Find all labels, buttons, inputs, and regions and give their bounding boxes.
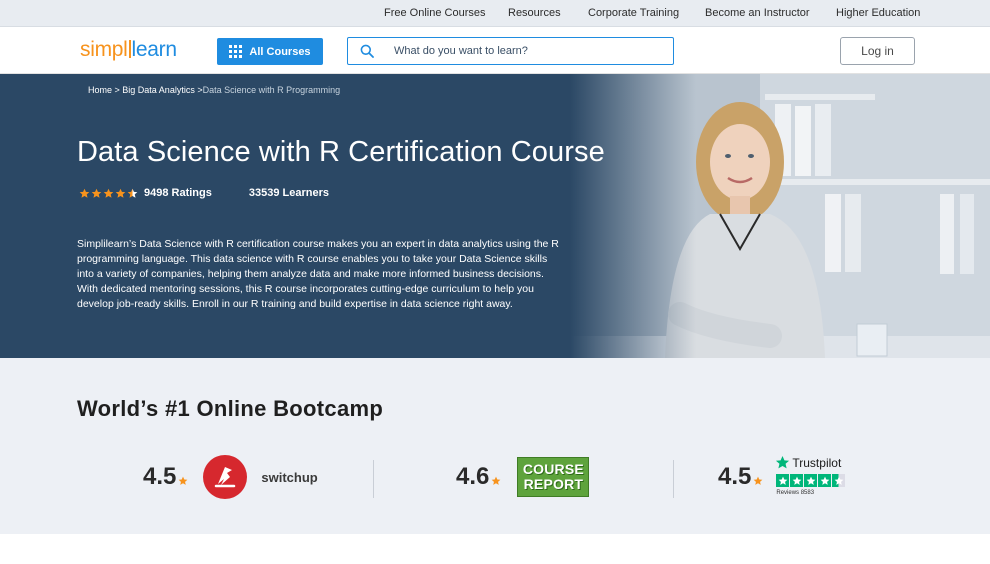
breadcrumb: Home > Big Data Analytics >Data Science …: [88, 85, 340, 95]
star-full-icon: [115, 188, 126, 198]
trustpilot-star-box: [776, 474, 790, 487]
course-report-logo: COURSE REPORT: [517, 457, 590, 497]
course-report-logo-line1: COURSE: [522, 461, 584, 477]
star-icon: [754, 476, 763, 485]
top-utility-bar: Free Online Courses Resources Corporate …: [0, 0, 990, 27]
breadcrumb-current: Data Science with R Programming: [202, 85, 341, 95]
ratings-count: 9498 Ratings: [144, 187, 212, 199]
logo-divider: [128, 40, 131, 58]
section-divider: [373, 460, 374, 498]
star-full-icon: [91, 188, 102, 198]
bootcamp-ratings-section: World’s #1 Online Bootcamp 4.5 switchup …: [0, 358, 990, 534]
course-report-logo-line2: REPORT: [523, 476, 584, 492]
breadcrumb-separator: >: [112, 85, 123, 95]
all-courses-label: All Courses: [249, 45, 311, 58]
bootcamp-heading-bold: Online Bootcamp: [196, 396, 384, 421]
trustpilot-reviews: Reviews 8583: [776, 490, 815, 496]
star-full-icon: [79, 188, 90, 198]
rating-score: 4.5: [718, 463, 752, 490]
logo-text-simpl: simpl: [80, 38, 128, 61]
breadcrumb-separator: >: [194, 85, 203, 95]
trustpilot-star-icon: [776, 455, 790, 469]
hero-banner: Home > Big Data Analytics >Data Science …: [0, 74, 990, 358]
star-icon: [492, 476, 501, 485]
course-report-rating: 4.6 COURSE REPORT: [456, 454, 590, 500]
bootcamp-heading-normal: World’s #1: [77, 396, 197, 421]
trustpilot-stars: [776, 474, 846, 487]
trustpilot-brand: Trustpilot: [775, 455, 841, 470]
section-divider: [673, 460, 674, 498]
trustpilot-name: Trustpilot: [792, 455, 842, 470]
nav-become-an-instructor[interactable]: Become an Instructor: [705, 7, 810, 19]
grid-icon: [229, 45, 243, 58]
switchup-rating: 4.5 switchup: [143, 454, 318, 500]
page-title: Data Science with R Certification Course: [77, 136, 605, 168]
login-button[interactable]: Log in: [840, 37, 915, 65]
hero-instructor-photo: [570, 74, 990, 358]
switchup-logo-icon: [203, 455, 248, 499]
site-header: simpllearn All Courses Log in: [0, 27, 990, 74]
simplilearn-logo[interactable]: simpl learn: [80, 39, 177, 61]
nav-resources[interactable]: Resources: [508, 7, 561, 19]
course-description: Simplilearn’s Data Science with R certif…: [77, 238, 559, 310]
star-icon: [179, 476, 188, 485]
nav-corporate-training[interactable]: Corporate Training: [588, 7, 679, 19]
trustpilot-rating: 4.5 Trustpilot Reviews 8583: [718, 454, 855, 500]
switchup-name: switchup: [261, 469, 318, 485]
rating-score: 4.5: [143, 463, 177, 490]
breadcrumb-big-data-analytics[interactable]: Big Data Analytics: [122, 85, 195, 95]
nav-free-online-courses[interactable]: Free Online Courses: [384, 7, 486, 19]
rating-score: 4.6: [456, 463, 490, 490]
search-box: [347, 37, 674, 65]
all-courses-button[interactable]: All Courses: [217, 38, 323, 65]
trustpilot-star-box: [804, 474, 818, 487]
star-full-icon: [103, 188, 114, 198]
trustpilot-star-box-half: [832, 474, 846, 487]
logo-text-learn: learn: [131, 38, 178, 61]
rating-stars: [79, 188, 138, 199]
learners-count: 33539 Learners: [248, 187, 329, 199]
course-rating-row: 9498 Ratings 33539 Learners: [79, 186, 329, 200]
search-input[interactable]: [394, 43, 654, 59]
trustpilot-star-box: [818, 474, 832, 487]
nav-higher-education[interactable]: Higher Education: [836, 7, 920, 19]
trustpilot-logo: Trustpilot Reviews 8583: [775, 455, 855, 499]
bootcamp-heading: World’s #1 Online Bootcamp: [77, 396, 383, 422]
search-icon[interactable]: [360, 44, 374, 58]
breadcrumb-home[interactable]: Home: [88, 85, 112, 95]
star-half-icon: [127, 188, 138, 198]
trustpilot-star-box: [790, 474, 804, 487]
